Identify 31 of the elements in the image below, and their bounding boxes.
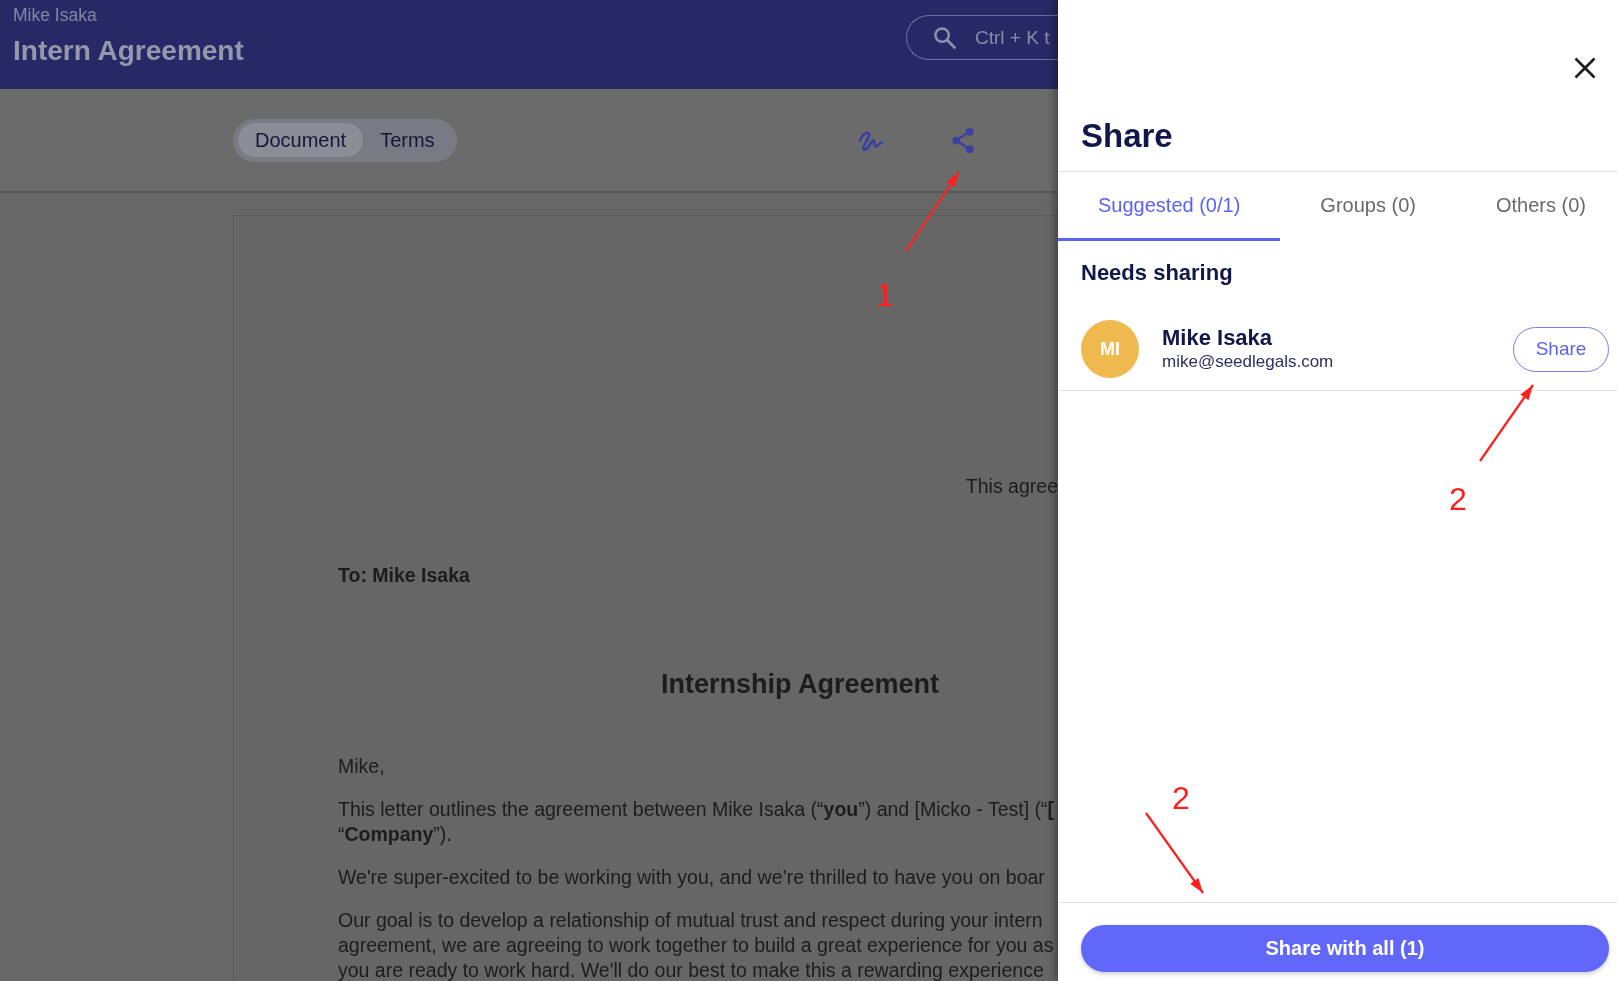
paragraph-text: This letter outlines the agreement between Mike Isaka (“you”) and [Micko - Test] (“[ [338,797,1054,822]
share-all-button[interactable]: Share with all (1) [1081,925,1609,972]
share-button[interactable]: Share [1513,326,1609,372]
share-tab[interactable]: Groups (0) [1280,172,1456,241]
annotation-number: 1 [876,278,894,312]
share-tab[interactable]: Suggested (0/1) [1058,172,1281,241]
close-icon [1574,57,1596,79]
person-name: Mike Isaka [1162,325,1273,351]
view-tab[interactable]: Terms [363,123,452,157]
date-line: This agree [965,474,1058,499]
person-email: mike@seedlegals.com [1162,351,1334,373]
paragraph-text: Our goal is to develop a relationship of mutual trust and respect during your intern [338,908,1043,933]
annotation-number: 2 [1449,482,1467,516]
addressee-line: To: Mike Isaka [338,563,470,588]
avatar: MI [1081,320,1139,378]
user-name: Mike Isaka [13,4,97,26]
close-button[interactable] [1573,56,1597,80]
paragraph-text: We're super-excited to be working with you, and we’re thrilled to have you on boar [338,865,1045,890]
document-heading: Internship Agreement [661,668,940,700]
share-tab[interactable]: Others (0) [1455,172,1617,241]
search-icon [933,26,956,49]
panel-title: Share [1081,116,1173,156]
document-title: Intern Agreement [13,34,244,68]
paragraph-text: agreement, we are agreeing to work together to build a great experience for you as [338,933,1054,958]
search-field[interactable]: Ctrl + K t [906,15,1058,60]
paragraph-text: you are ready to work hard. We'll do our best to make this a rewarding experience [338,958,1044,981]
annotation-number: 2 [1172,781,1190,815]
paragraph-text: “Company”). [338,822,452,847]
view-tab[interactable]: Document [238,123,364,157]
section-title: Needs sharing [1081,259,1233,287]
paragraph-text: Mike, [338,754,385,779]
